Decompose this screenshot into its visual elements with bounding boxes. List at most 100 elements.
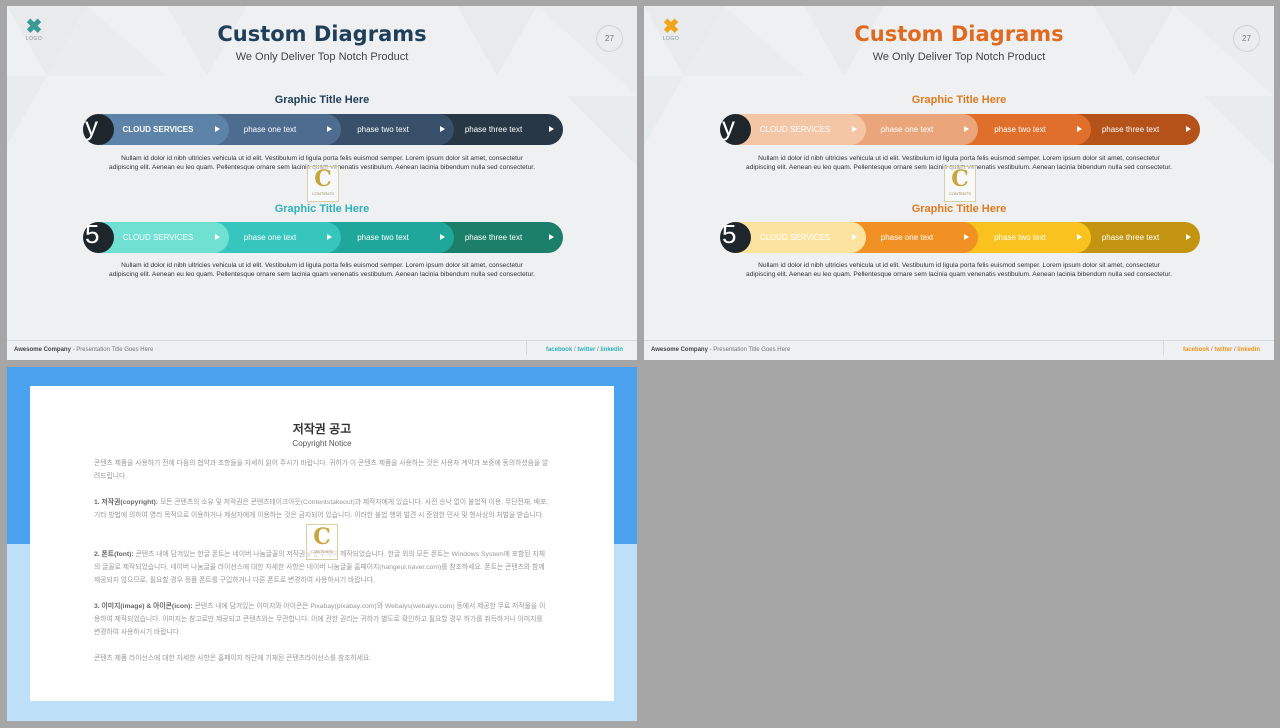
footer: Awesome Company - Presentation Title Goe… (7, 340, 637, 360)
copyright-section-3: 3. 이미지(image) & 아이콘(icon): 콘텐츠 내에 담겨있는 이… (94, 600, 550, 639)
body-line: Nullam id dolor id nibh ultricies vehicu… (758, 262, 1160, 269)
slide-subtitle: We Only Deliver Top Notch Product (235, 51, 409, 63)
segment-label: phase three text (464, 125, 523, 134)
process-circle-icon: 5 (83, 221, 114, 253)
arrow-right-icon (215, 126, 220, 132)
segment-phase-three: phase three text (1075, 114, 1200, 145)
footer-divider (1163, 341, 1164, 355)
footer-company: Awesome Company - Presentation Title Goe… (651, 347, 790, 353)
arrow-right-icon (549, 234, 554, 240)
segment-phase-one: phase one text (213, 114, 341, 145)
segment-phase-two: phase two text (963, 222, 1091, 253)
body-text: Nullam id dolor id nibh ultricies vehicu… (47, 262, 597, 279)
segment-label: phase two text (994, 233, 1046, 242)
segment-phase-two: phase two text (963, 114, 1091, 145)
arrow-right-icon (327, 234, 332, 240)
segment-label: phase two text (357, 125, 409, 134)
body-text: Nullam id dolor id nibh ultricies vehicu… (684, 262, 1234, 279)
facebook-link[interactable]: facebook (1183, 347, 1209, 353)
company-name: Awesome Company (14, 347, 71, 353)
linkedin-link[interactable]: linkedin (1237, 347, 1260, 353)
body-line: adipiscing elit. Aenean eu leo quam. Pel… (746, 270, 1172, 278)
graphic-title: Graphic Title Here (274, 203, 370, 215)
segment-label: phase two text (994, 125, 1046, 134)
watermark-letter: C (313, 524, 331, 550)
body-line: Nullam id dolor id nibh ultricies vehicu… (758, 155, 1160, 162)
body-line: adipiscing elit. Aenean eu leo quam. Pel… (109, 270, 535, 278)
arrow-right-icon (327, 126, 332, 132)
watermark-text: CONTENTS (312, 191, 334, 196)
section-heading: 1. 저작권(copyright): (94, 499, 159, 506)
process-circle-icon: y (720, 113, 751, 145)
footer-divider (526, 341, 527, 355)
watermark-letter: C (951, 166, 969, 192)
page-number: 27 (596, 25, 623, 52)
process-circle-icon: 5 (720, 221, 751, 253)
segment-cloud-services: CLOUD SERVICES (738, 222, 866, 253)
segment-label: phase one text (880, 125, 934, 134)
arrow-right-icon (549, 126, 554, 132)
copyright-section-1: 1. 저작권(copyright): 모든 콘텐츠의 소유 및 저작권은 콘텐츠… (94, 496, 550, 522)
footer-company: Awesome Company - Presentation Title Goe… (14, 347, 153, 353)
segment-phase-two: phase two text (326, 222, 454, 253)
presentation-title: - Presentation Title Goes Here (72, 347, 154, 353)
facebook-link[interactable]: facebook (546, 347, 572, 353)
slide-subtitle: We Only Deliver Top Notch Product (872, 51, 1046, 63)
segment-label: phase one text (880, 233, 934, 242)
arrow-right-icon (440, 234, 445, 240)
process-bar: 5 CLOUD SERVICES phase one text phase tw… (83, 221, 563, 253)
slide-orange: ✖ LOGO Custom Diagrams We Only Deliver T… (644, 6, 1274, 360)
section-heading: 3. 이미지(image) & 아이콘(icon): (94, 603, 193, 610)
segment-cloud-services: CLOUD SERVICES (738, 114, 866, 145)
arrow-right-icon (1186, 126, 1191, 132)
arrow-right-icon (852, 234, 857, 240)
company-name: Awesome Company (651, 347, 708, 353)
section-body: 모든 콘텐츠의 소유 및 저작권은 콘텐츠테이크아웃(Contentstakeo… (94, 499, 549, 519)
process-bar: y CLOUD SERVICES phase one text phase tw… (720, 113, 1200, 145)
arrow-right-icon (964, 126, 969, 132)
segment-phase-two: phase two text (326, 114, 454, 145)
segment-phase-three: phase three text (438, 114, 563, 145)
twitter-link[interactable]: twitter (1214, 347, 1232, 353)
slide-blue: ✖ LOGO Custom Diagrams We Only Deliver T… (7, 6, 637, 360)
arrow-right-icon (215, 234, 220, 240)
slide-title: Custom Diagrams (217, 22, 427, 46)
social-links: facebook / twitter / linkedin (1183, 347, 1260, 353)
watermark: C CONTENTS (944, 166, 976, 202)
graphic-title: Graphic Title Here (274, 94, 370, 106)
social-links: facebook / twitter / linkedin (546, 347, 623, 353)
segment-label: phase one text (243, 125, 297, 134)
arrow-right-icon (852, 126, 857, 132)
watermark-letter: C (314, 166, 332, 192)
segment-label: phase three text (1101, 233, 1160, 242)
segment-label: phase one text (243, 233, 297, 242)
arrow-right-icon (1186, 234, 1191, 240)
copyright-subtitle: Copyright Notice (292, 439, 352, 448)
segment-label: phase two text (357, 233, 409, 242)
section-heading: 2. 폰트(font): (94, 551, 134, 558)
graphic-title: Graphic Title Here (911, 203, 1007, 215)
arrow-right-icon (964, 234, 969, 240)
segment-label: CLOUD SERVICES (759, 233, 831, 242)
process-circle-icon: y (83, 113, 114, 145)
watermark: C CONTENTS (306, 524, 338, 560)
page-number: 27 (1233, 25, 1260, 52)
copyright-intro: 콘텐츠 제품을 사용하기 전에 다음의 협약과 조항들을 자세히 읽어 주시기 … (94, 460, 549, 480)
body-line: Nullam id dolor id nibh ultricies vehicu… (121, 262, 523, 269)
twitter-link[interactable]: twitter (577, 347, 595, 353)
watermark: C CONTENTS (307, 166, 339, 202)
arrow-right-icon (440, 126, 445, 132)
segment-label: CLOUD SERVICES (122, 125, 194, 134)
arrow-right-icon (1077, 126, 1082, 132)
segment-phase-one: phase one text (213, 222, 341, 253)
presentation-title: - Presentation Title Goes Here (709, 347, 791, 353)
footer: Awesome Company - Presentation Title Goe… (644, 340, 1274, 360)
segment-label: CLOUD SERVICES (759, 125, 831, 134)
segment-phase-three: phase three text (438, 222, 563, 253)
segment-label: phase three text (1101, 125, 1160, 134)
arrow-right-icon (1077, 234, 1082, 240)
slide-title: Custom Diagrams (854, 22, 1064, 46)
watermark-text: CONTENTS (949, 191, 971, 196)
linkedin-link[interactable]: linkedin (600, 347, 623, 353)
body-line: Nullam id dolor id nibh ultricies vehicu… (121, 155, 523, 162)
